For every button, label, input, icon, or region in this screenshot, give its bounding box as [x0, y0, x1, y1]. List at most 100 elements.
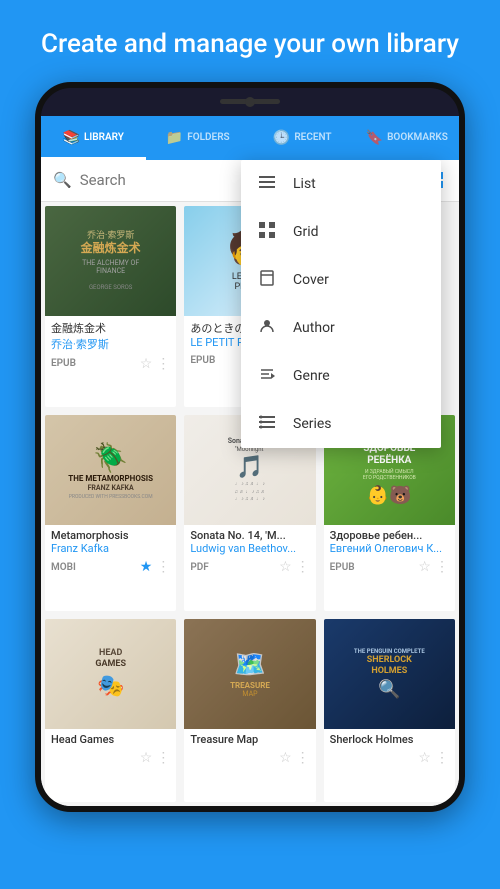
phone-camera	[245, 97, 255, 107]
star-button[interactable]: ☆	[418, 750, 431, 766]
series-icon	[257, 414, 277, 434]
book-format: EPUB	[51, 358, 76, 369]
book-actions: ★ ⋮	[140, 559, 171, 575]
book-cover-alchemy: 乔治·索罗斯 金融炼金术 THE ALCHEMY OF FINANCE GEOR…	[45, 206, 176, 316]
book-meta: ☆ ⋮	[184, 748, 315, 770]
grid-view-icon	[257, 222, 277, 242]
tab-folders[interactable]: 📁 FOLDERS	[146, 116, 251, 160]
book-title: Sonata No. 14, 'M...	[190, 529, 309, 542]
book-card[interactable]: 🗺️ TREASURE MAP Treasure Map ☆ ⋮	[184, 619, 315, 802]
tab-folders-label: FOLDERS	[187, 132, 229, 143]
book-title: Metamorphosis	[51, 529, 170, 542]
bookmarks-icon: 🔖	[366, 130, 383, 146]
book-info: 金融炼金术 乔治·索罗斯	[45, 316, 176, 354]
more-button[interactable]: ⋮	[296, 559, 310, 575]
book-title: Sherlock Holmes	[330, 733, 449, 746]
book-cover-head: HEAD GAMES 🎭	[45, 619, 176, 729]
dropdown-item-genre[interactable]: Genre	[241, 352, 441, 400]
book-cover-metamorphosis: 🪲 THE METAMORPHOSIS FRANZ KAFKA PRODUCED…	[45, 415, 176, 525]
dropdown-grid-label: Grid	[293, 224, 319, 240]
book-title: Treasure Map	[190, 733, 309, 746]
book-format: EPUB	[330, 562, 355, 573]
more-button[interactable]: ⋮	[435, 559, 449, 575]
book-meta: EPUB ☆ ⋮	[324, 557, 455, 579]
book-format: MOBI	[51, 562, 76, 573]
phone-top-bar	[41, 88, 459, 116]
dropdown-item-grid[interactable]: Grid	[241, 208, 441, 256]
star-button[interactable]: ☆	[418, 559, 431, 575]
more-button[interactable]: ⋮	[296, 750, 310, 766]
dropdown-genre-label: Genre	[293, 368, 330, 384]
dropdown-series-label: Series	[293, 416, 332, 432]
book-meta: MOBI ★ ⋮	[45, 557, 176, 579]
book-author: Евгений Олегович К...	[330, 542, 449, 555]
app-content: 📚 LIBRARY 📁 FOLDERS 🕒 RECENT 🔖 BOOKMARKS…	[41, 116, 459, 806]
star-button[interactable]: ★	[140, 559, 153, 575]
star-button[interactable]: ☆	[140, 356, 153, 372]
more-button[interactable]: ⋮	[156, 356, 170, 372]
sort-dropdown: List Grid Cover	[241, 160, 441, 448]
dropdown-item-cover[interactable]: Cover	[241, 256, 441, 304]
search-placeholder: Search	[80, 171, 261, 189]
phone-frame: 📚 LIBRARY 📁 FOLDERS 🕒 RECENT 🔖 BOOKMARKS…	[35, 82, 465, 812]
more-button[interactable]: ⋮	[435, 750, 449, 766]
author-icon	[257, 318, 277, 338]
book-info: Sonata No. 14, 'M... Ludwig van Beethov.…	[184, 525, 315, 557]
dropdown-list-label: List	[293, 176, 316, 192]
book-title: 金融炼金术	[51, 320, 170, 336]
book-actions: ☆ ⋮	[418, 750, 449, 766]
book-meta: EPUB ☆ ⋮	[45, 354, 176, 376]
book-actions: ☆ ⋮	[279, 559, 310, 575]
book-author: 乔治·索罗斯	[51, 336, 170, 352]
tab-bookmarks[interactable]: 🔖 BOOKMARKS	[355, 116, 460, 160]
book-format: PDF	[190, 562, 208, 573]
book-actions: ☆ ⋮	[140, 750, 171, 766]
book-meta: ☆ ⋮	[324, 748, 455, 770]
book-format: EPUB	[190, 355, 215, 366]
tab-bar: 📚 LIBRARY 📁 FOLDERS 🕒 RECENT 🔖 BOOKMARKS	[41, 116, 459, 160]
book-card[interactable]: THE PENGUIN COMPLETE SHERLOCK HOLMES 🔍 S…	[324, 619, 455, 802]
book-card[interactable]: 乔治·索罗斯 金融炼金术 THE ALCHEMY OF FINANCE GEOR…	[45, 206, 176, 408]
book-meta: PDF ☆ ⋮	[184, 557, 315, 579]
dropdown-item-list[interactable]: List	[241, 160, 441, 208]
book-cover-sherlock: THE PENGUIN COMPLETE SHERLOCK HOLMES 🔍	[324, 619, 455, 729]
book-actions: ☆ ⋮	[418, 559, 449, 575]
list-icon	[257, 174, 277, 194]
book-title: Head Games	[51, 733, 170, 746]
tab-recent[interactable]: 🕒 RECENT	[250, 116, 355, 160]
tab-recent-label: RECENT	[294, 132, 331, 143]
book-info: Sherlock Holmes	[324, 729, 455, 748]
book-author: Ludwig van Beethov...	[190, 542, 309, 555]
book-cover-treasure: 🗺️ TREASURE MAP	[184, 619, 315, 729]
more-button[interactable]: ⋮	[156, 559, 170, 575]
more-button[interactable]: ⋮	[156, 750, 170, 766]
tab-library[interactable]: 📚 LIBRARY	[41, 116, 146, 160]
genre-icon	[257, 366, 277, 386]
book-author: Franz Kafka	[51, 542, 170, 555]
book-info: Treasure Map	[184, 729, 315, 748]
book-meta: ☆ ⋮	[45, 748, 176, 770]
search-icon: 🔍	[53, 171, 72, 189]
book-title: Здоровье ребен...	[330, 529, 449, 542]
star-button[interactable]: ☆	[279, 559, 292, 575]
folders-icon: 📁	[166, 130, 183, 146]
book-card[interactable]: 🪲 THE METAMORPHOSIS FRANZ KAFKA PRODUCED…	[45, 415, 176, 611]
tab-library-label: LIBRARY	[84, 132, 124, 143]
dropdown-author-label: Author	[293, 320, 335, 336]
dropdown-item-author[interactable]: Author	[241, 304, 441, 352]
dropdown-item-series[interactable]: Series	[241, 400, 441, 448]
book-info: Metamorphosis Franz Kafka	[45, 525, 176, 557]
header-title: Create and manage your own library	[1, 0, 499, 82]
book-actions: ☆ ⋮	[279, 750, 310, 766]
book-actions: ☆ ⋮	[140, 356, 171, 372]
book-info: Здоровье ребен... Евгений Олегович К...	[324, 525, 455, 557]
star-button[interactable]: ☆	[279, 750, 292, 766]
star-button[interactable]: ☆	[140, 750, 153, 766]
tab-bookmarks-label: BOOKMARKS	[387, 132, 448, 143]
dropdown-cover-label: Cover	[293, 272, 329, 288]
library-icon: 📚	[63, 130, 80, 146]
cover-icon	[257, 270, 277, 290]
book-info: Head Games	[45, 729, 176, 748]
recent-icon: 🕒	[273, 130, 290, 146]
book-card[interactable]: HEAD GAMES 🎭 Head Games ☆ ⋮	[45, 619, 176, 802]
